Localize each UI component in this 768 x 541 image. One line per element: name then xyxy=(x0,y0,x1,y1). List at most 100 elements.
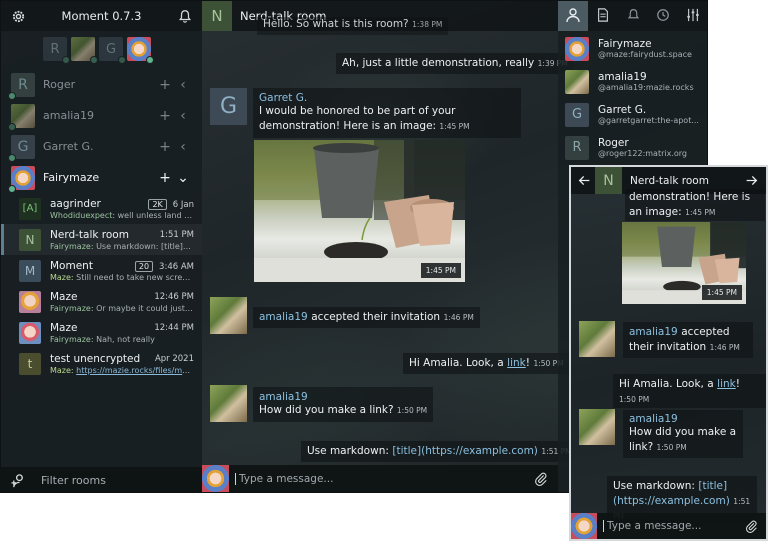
room-item-maze-1[interactable]: Maze 12:46 PM Fairymaze: Or maybe it coul… xyxy=(1,286,202,317)
tab-settings[interactable] xyxy=(678,1,707,31)
mobile-message-own-hi: Hi Amalia. Look, a link! 1:50 PM xyxy=(613,374,766,408)
message-punct: ! xyxy=(525,357,530,369)
account-strip-amalia19[interactable] xyxy=(71,37,98,64)
sender-name[interactable]: amalia19 xyxy=(629,413,737,425)
settings-gear-icon[interactable] xyxy=(9,7,27,25)
room-name: Maze xyxy=(50,290,78,303)
back-arrow-icon[interactable] xyxy=(575,172,593,190)
room-avatar: N xyxy=(19,228,41,251)
room-time: 6 Jan xyxy=(172,199,194,210)
account-row-amalia19[interactable]: amalia19 + ‹ xyxy=(1,100,202,131)
message-garret: Garret G. I would be honored to be part … xyxy=(253,88,521,138)
room-name: aagrinder xyxy=(50,197,101,210)
message-text: Ah, just a little demonstration, really xyxy=(342,57,535,69)
attach-paperclip-icon[interactable] xyxy=(742,517,760,535)
room-avatar: [A] xyxy=(19,197,41,220)
avatar xyxy=(8,165,35,193)
members-person-icon xyxy=(565,7,581,26)
account-strip-fairymaze[interactable] xyxy=(127,37,154,64)
mobile-room-avatar[interactable]: N xyxy=(595,167,622,194)
room-item-nerd-talk[interactable]: N Nerd-talk room 1:51 PM Fairymaze: Use m… xyxy=(1,224,202,255)
message-image[interactable]: 1:45 PM xyxy=(254,140,465,282)
tab-notifications[interactable] xyxy=(618,1,648,31)
collapse-chevron-icon[interactable]: ‹ xyxy=(174,77,192,93)
member-fairymaze[interactable]: Fairymaze @maze:fairydust.space xyxy=(558,33,707,64)
room-item-test-unencrypted[interactable]: t test unencrypted Apr 2021 Maze: https:/… xyxy=(1,348,202,379)
room-time: Apr 2021 xyxy=(154,353,194,364)
event-time: 1:46 PM xyxy=(709,343,740,352)
event-user[interactable]: amalia19 xyxy=(259,311,308,323)
avatar: R xyxy=(8,72,35,100)
member-avatar xyxy=(565,36,589,61)
room-time: 12:44 PM xyxy=(154,322,194,333)
mobile-avatar-amalia19-2[interactable] xyxy=(579,409,615,445)
sender-name[interactable]: amalia19 xyxy=(259,391,427,403)
mobile-avatar-amalia19[interactable] xyxy=(579,321,615,357)
sender-avatar-amalia19-2[interactable] xyxy=(210,385,247,422)
attach-paperclip-icon[interactable] xyxy=(532,470,550,488)
right-panel-tabs xyxy=(558,1,707,31)
member-garret[interactable]: G Garret G. @garretgarret:the-apot... xyxy=(558,99,707,130)
sender-avatar-amalia19[interactable] xyxy=(210,297,247,334)
room-item-moment[interactable]: M Moment 20 3:46 AM Maze: Still need to ta… xyxy=(1,255,202,286)
preview-link[interactable]: https://mazie.rocks/files/maz... xyxy=(76,366,194,375)
message-input[interactable]: Type a message... xyxy=(235,472,532,485)
preview-text: well unless land pr... xyxy=(117,210,194,220)
message-time: 1:38 PM xyxy=(412,20,443,29)
bell-icon xyxy=(627,8,640,24)
notifications-bell-icon[interactable] xyxy=(176,7,194,25)
account-row-fairymaze[interactable]: Fairymaze + ⌄ xyxy=(1,162,202,193)
room-name: Maze xyxy=(50,321,78,334)
member-name: Fairymaze xyxy=(598,38,652,50)
preview-sender: Whodiduexpect: xyxy=(50,210,116,220)
room-item-maze-2[interactable]: Maze 12:44 PM Fairymaze: Nah, not really xyxy=(1,317,202,348)
add-room-icon[interactable]: + xyxy=(156,77,174,93)
member-avatar: G xyxy=(565,102,589,127)
add-account-icon[interactable] xyxy=(9,472,27,490)
collapse-chevron-icon[interactable]: ⌄ xyxy=(174,170,192,186)
add-room-icon[interactable]: + xyxy=(156,139,174,155)
history-clock-icon xyxy=(656,8,670,25)
message-text: Use markdown: xyxy=(613,480,695,492)
preview-sender: Maze: xyxy=(50,272,74,282)
account-strip-roger[interactable]: R xyxy=(43,37,70,64)
mobile-room-title[interactable]: Nerd-talk room xyxy=(630,175,742,187)
account-strip-garret[interactable]: G xyxy=(99,37,126,64)
room-item-aagrinder[interactable]: [A] aagrinder 2K 6 Jan Whodiduexpect: well… xyxy=(1,193,202,224)
add-room-icon[interactable]: + xyxy=(156,170,174,186)
tab-files[interactable] xyxy=(588,1,618,31)
event-user[interactable]: amalia19 xyxy=(629,326,678,338)
composer: Type a message... xyxy=(202,465,558,492)
message-link[interactable]: link xyxy=(717,378,736,390)
message-link[interactable]: link xyxy=(507,357,526,369)
forward-arrow-icon[interactable] xyxy=(742,172,760,190)
composer-avatar[interactable] xyxy=(571,513,597,539)
sender-avatar[interactable]: G xyxy=(210,88,247,125)
filter-rooms-input[interactable]: Filter rooms xyxy=(41,474,106,487)
account-row-roger[interactable]: R Roger + ‹ xyxy=(1,69,202,100)
message-own-markdown: Use markdown: [title](https://example.co… xyxy=(301,441,578,462)
collapse-chevron-icon[interactable]: ‹ xyxy=(174,139,192,155)
collapse-chevron-icon[interactable]: ‹ xyxy=(174,108,192,124)
preview-sender: Fairymaze: xyxy=(50,303,94,313)
sender-name[interactable]: Garret G. xyxy=(259,92,515,104)
mobile-composer: Type a message... xyxy=(571,513,766,539)
tab-history[interactable] xyxy=(648,1,678,31)
file-icon xyxy=(596,7,610,25)
preview-sender: Maze: xyxy=(50,365,74,375)
member-roger[interactable]: R Roger @roger122:matrix.org xyxy=(558,132,707,163)
account-row-garret[interactable]: G Garret G. + ‹ xyxy=(1,131,202,162)
message-code: [title](https://example.com) xyxy=(392,445,538,457)
mobile-message-image[interactable]: 1:45 PM xyxy=(622,222,746,304)
message-time: 1:45 PM xyxy=(685,208,716,217)
message-text: Use markdown: xyxy=(307,445,389,457)
room-avatar[interactable]: N xyxy=(202,1,232,31)
tab-members[interactable] xyxy=(558,1,588,31)
composer-avatar[interactable] xyxy=(202,465,229,492)
unread-badge: 20 xyxy=(134,260,154,272)
unread-badge: 2K xyxy=(148,198,167,210)
image-time: 1:45 PM xyxy=(701,285,742,300)
add-room-icon[interactable]: + xyxy=(156,108,174,124)
mobile-message-input[interactable]: Type a message... xyxy=(603,520,742,532)
member-amalia19[interactable]: amalia19 @amalia19:mazie.rocks xyxy=(558,66,707,97)
